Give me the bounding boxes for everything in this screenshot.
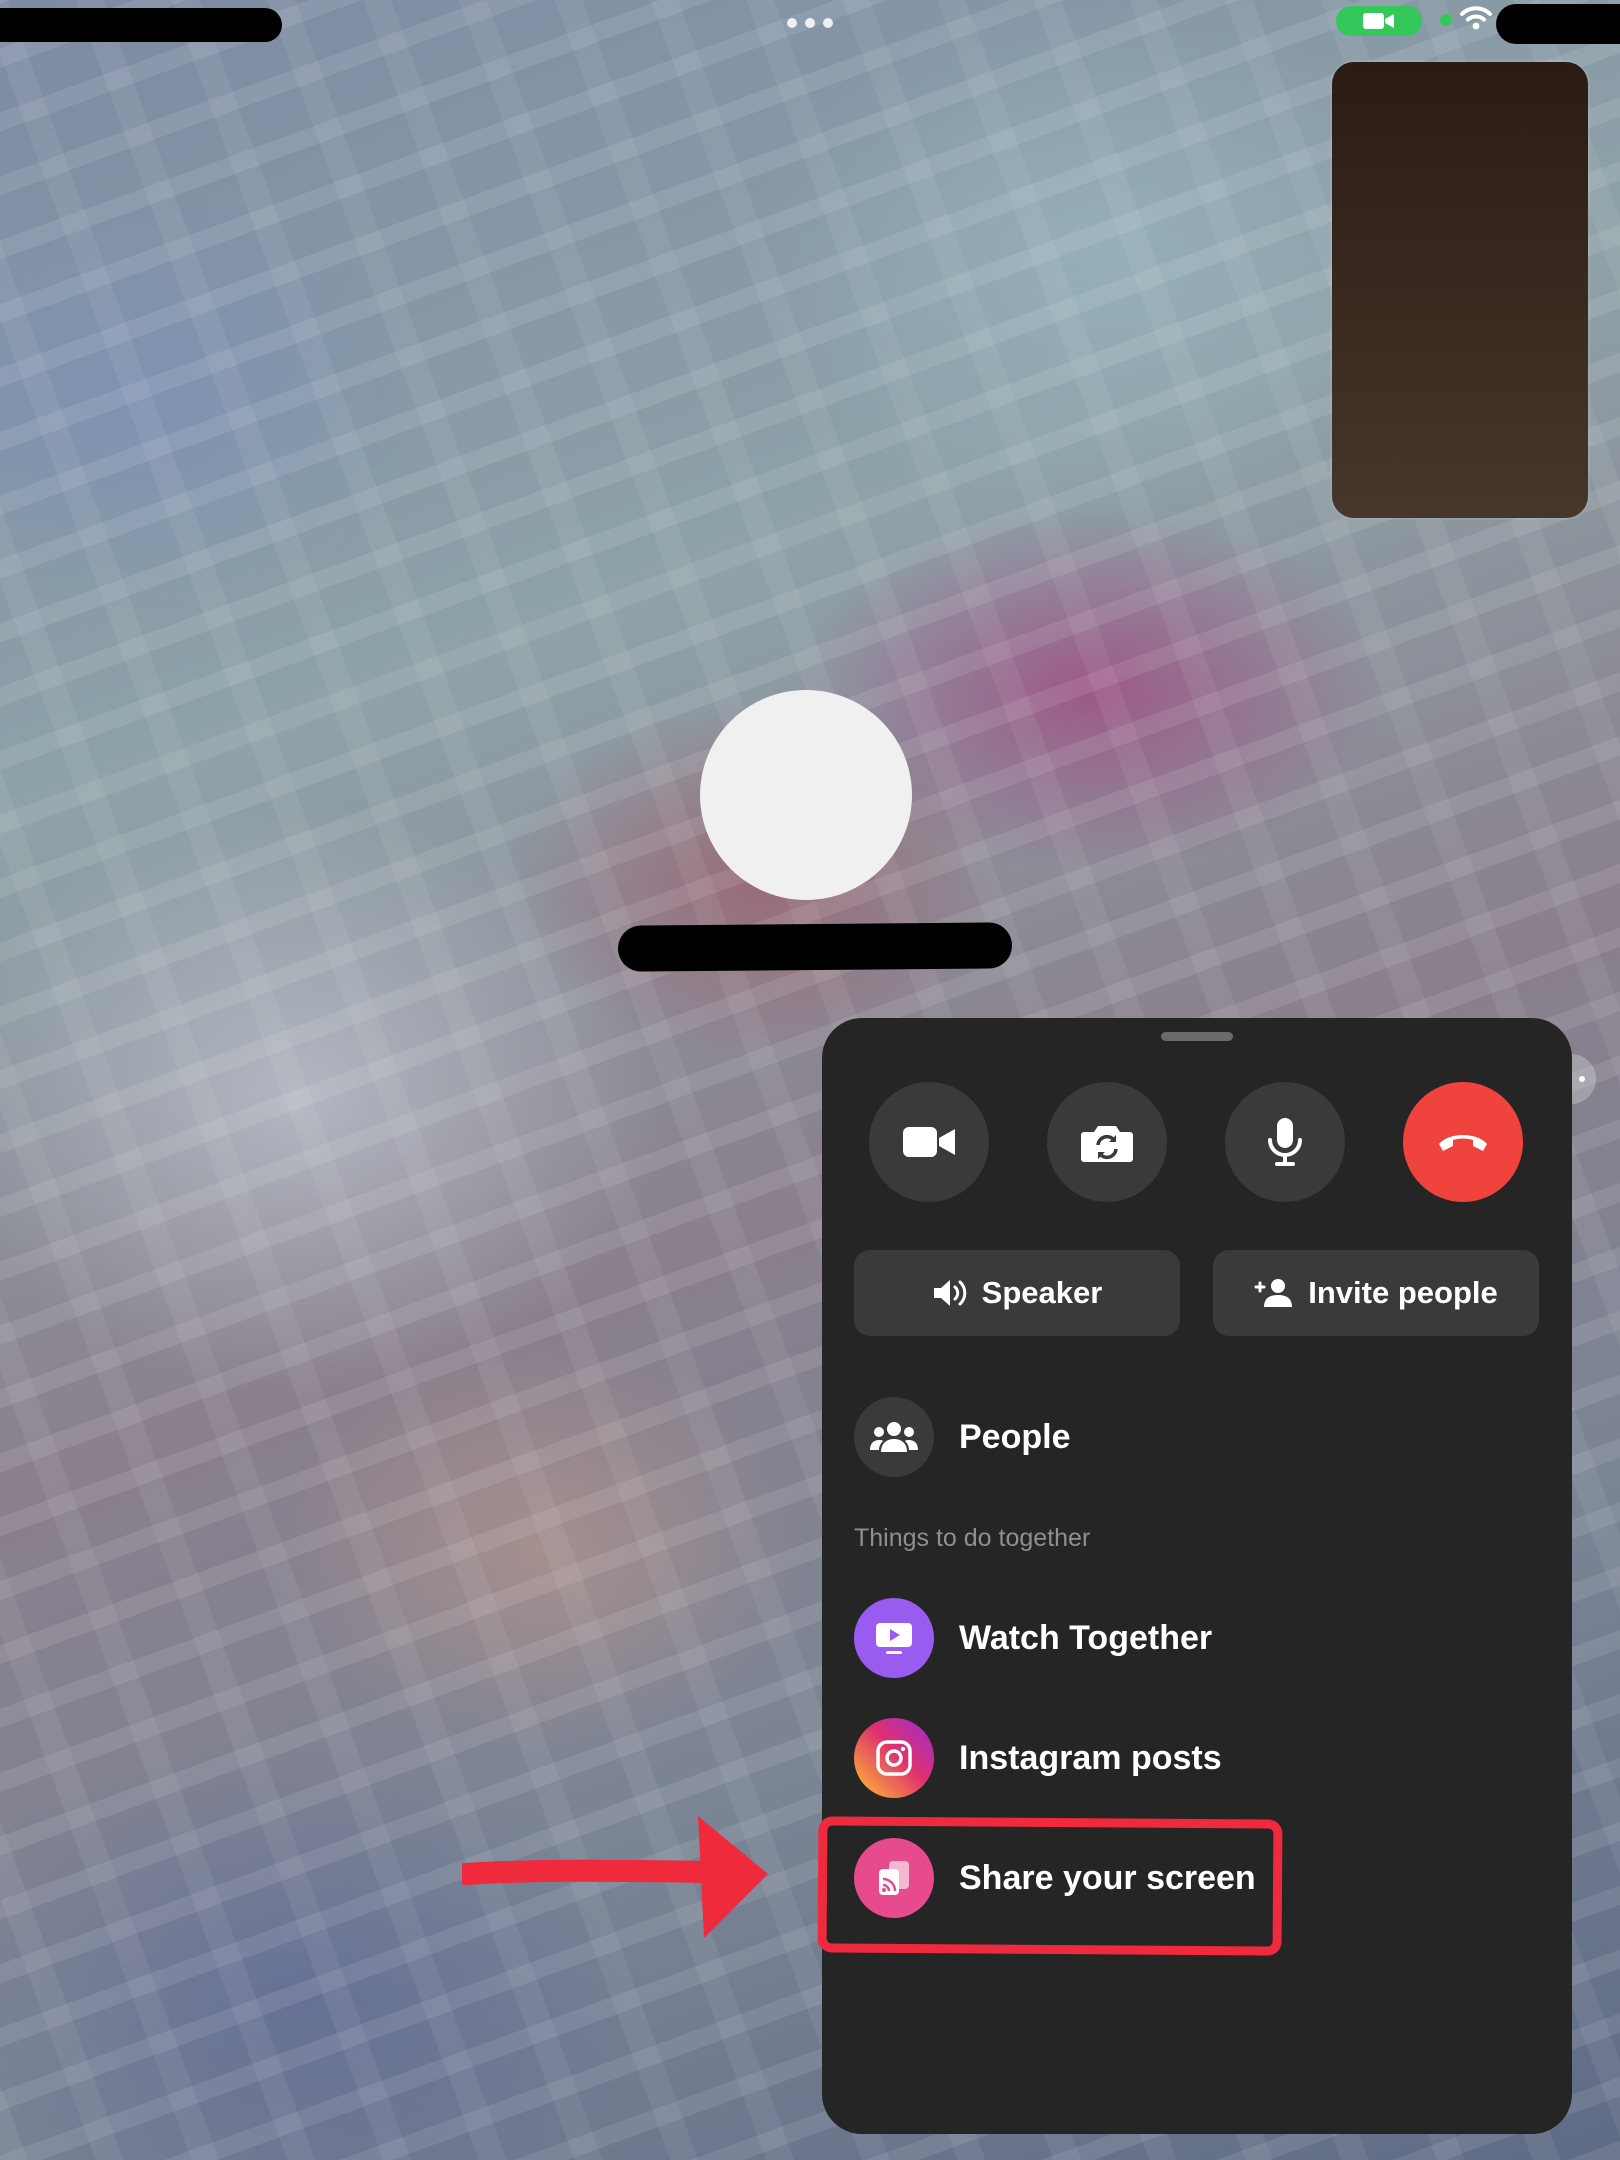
wifi-icon	[1460, 6, 1492, 30]
video-toggle-button[interactable]	[869, 1082, 989, 1202]
speaker-label: Speaker	[981, 1275, 1103, 1310]
microphone-icon	[1268, 1118, 1302, 1166]
call-controls-sheet: Speaker Invite people People Things to d…	[822, 1018, 1572, 2134]
end-call-icon	[1439, 1135, 1487, 1151]
mute-button[interactable]	[1225, 1082, 1345, 1202]
flip-camera-button[interactable]	[1047, 1082, 1167, 1202]
watch-together-label: Watch Together	[959, 1618, 1213, 1657]
video-camera-icon	[903, 1127, 955, 1157]
redacted-time	[0, 8, 282, 42]
invite-people-button[interactable]: Invite people	[1213, 1250, 1539, 1336]
redacted-battery	[1496, 4, 1620, 44]
add-person-icon	[1254, 1279, 1293, 1307]
watch-together-row[interactable]: Watch Together	[854, 1598, 1212, 1678]
section-label: Things to do together	[854, 1524, 1091, 1552]
three-dots-icon[interactable]	[787, 18, 833, 30]
highlight-box	[817, 1816, 1283, 1956]
instagram-posts-row[interactable]: Instagram posts	[854, 1718, 1222, 1798]
instagram-posts-label: Instagram posts	[959, 1738, 1222, 1777]
arrow-icon	[462, 1816, 768, 1938]
group-icon	[854, 1397, 934, 1477]
people-label: People	[959, 1417, 1071, 1456]
instagram-icon	[854, 1718, 934, 1798]
people-row[interactable]: People	[854, 1397, 1070, 1477]
redacted-caller-name	[617, 922, 1013, 972]
video-camera-icon[interactable]	[1336, 6, 1422, 36]
speaker-icon	[933, 1280, 966, 1306]
play-screen-icon	[854, 1598, 934, 1678]
speaker-button[interactable]: Speaker	[854, 1250, 1180, 1336]
flip-camera-icon	[1081, 1126, 1133, 1162]
active-indicator-dot	[1440, 14, 1452, 26]
self-video-preview[interactable]	[1332, 62, 1588, 518]
sheet-grabber[interactable]	[1161, 1032, 1233, 1041]
end-call-button[interactable]	[1403, 1082, 1523, 1202]
invite-people-label: Invite people	[1308, 1275, 1498, 1310]
avatar	[700, 690, 912, 900]
